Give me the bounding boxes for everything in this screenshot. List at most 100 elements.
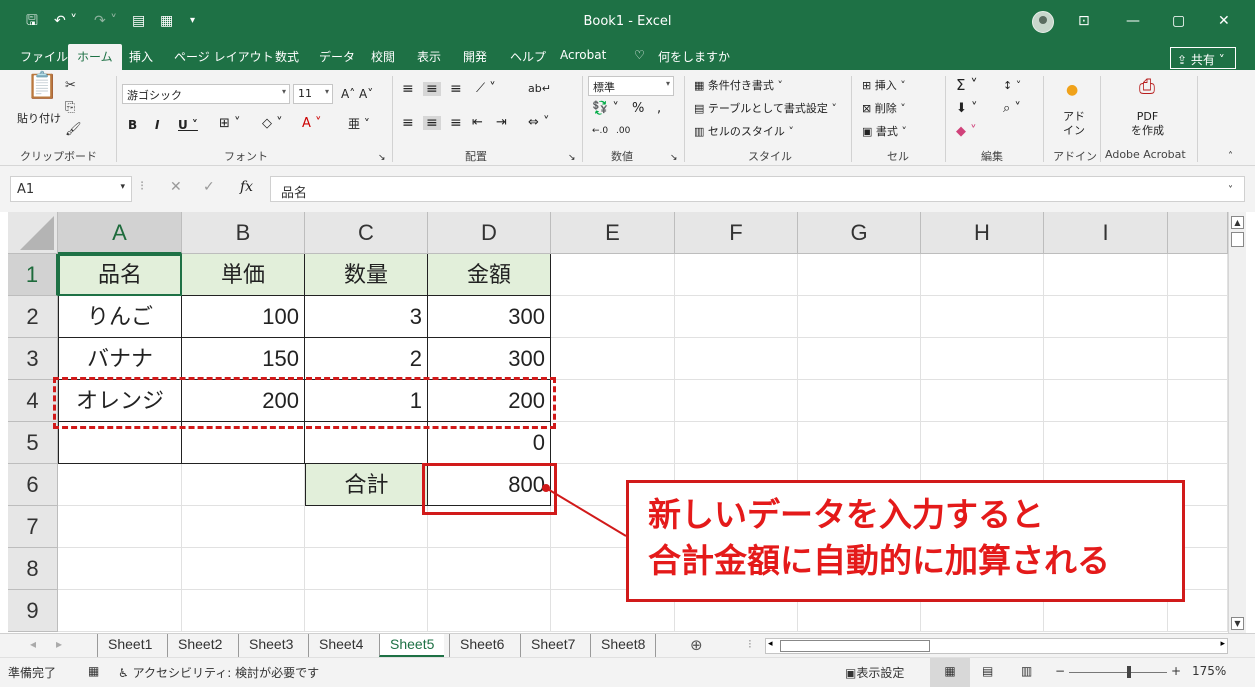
column-header-d[interactable]: D: [428, 212, 551, 254]
cell-b2[interactable]: 100: [182, 296, 305, 338]
cell-a3[interactable]: バナナ: [58, 338, 182, 380]
empty-cell[interactable]: [675, 380, 798, 422]
tab-review[interactable]: 校閲: [371, 48, 395, 65]
zoom-level[interactable]: 175%: [1192, 664, 1226, 678]
empty-cell[interactable]: [58, 506, 182, 548]
conditional-format-button[interactable]: ▦ 条件付き書式 ˅: [694, 79, 783, 93]
next-sheet-icon[interactable]: ▸: [56, 637, 62, 651]
align-left-icon[interactable]: ≡: [402, 116, 414, 130]
collapse-ribbon-icon[interactable]: ˄: [1228, 150, 1233, 164]
tab-view[interactable]: 表示: [417, 48, 441, 65]
pdf-icon[interactable]: ⎙: [1139, 76, 1155, 96]
sheet-tab-2[interactable]: Sheet2: [167, 634, 232, 657]
row-header-2[interactable]: 2: [8, 296, 58, 338]
empty-cell[interactable]: [675, 422, 798, 464]
format-painter-icon[interactable]: 🖌: [65, 122, 82, 138]
delete-cells-button[interactable]: ⊠ 削除 ˅: [862, 102, 906, 116]
align-middle-icon[interactable]: ≡: [423, 82, 441, 96]
close-button[interactable]: ✕: [1218, 11, 1230, 31]
column-header-j[interactable]: [1168, 212, 1228, 254]
normal-view-icon[interactable]: ▦: [930, 658, 970, 687]
phonetic-icon[interactable]: 亜 ˅: [348, 117, 370, 131]
empty-cell[interactable]: [921, 380, 1044, 422]
cut-icon[interactable]: ✂: [65, 78, 76, 94]
horizontal-scrollbar[interactable]: ◂ ▸: [765, 638, 1228, 654]
vertical-scrollbar[interactable]: ▲ ▼: [1228, 212, 1246, 633]
copy-icon[interactable]: ⎘: [65, 100, 75, 116]
cell-c3[interactable]: 2: [305, 338, 428, 380]
column-header-b[interactable]: B: [182, 212, 305, 254]
empty-cell[interactable]: [1168, 296, 1228, 338]
tab-acrobat[interactable]: Acrobat: [560, 48, 606, 62]
cell-d1[interactable]: 金額: [428, 254, 551, 296]
minimize-button[interactable]: —: [1126, 11, 1140, 31]
italic-icon[interactable]: I: [155, 118, 159, 132]
empty-cell[interactable]: [305, 506, 428, 548]
cell-b1[interactable]: 単価: [182, 254, 305, 296]
fill-color-icon[interactable]: ◇ ˅: [262, 117, 283, 131]
empty-cell[interactable]: [305, 590, 428, 632]
alignment-launcher-icon[interactable]: ↘: [568, 151, 576, 165]
column-header-c[interactable]: C: [305, 212, 428, 254]
empty-cell[interactable]: [182, 464, 305, 506]
empty-cell[interactable]: [675, 254, 798, 296]
cell-b3[interactable]: 150: [182, 338, 305, 380]
cancel-entry-icon[interactable]: ✕: [170, 180, 182, 194]
sheet-tab-8[interactable]: Sheet8: [590, 634, 657, 657]
empty-cell[interactable]: [428, 590, 551, 632]
tab-page-layout[interactable]: ページ レイアウト: [174, 48, 274, 65]
sheet-tab-4[interactable]: Sheet4: [308, 634, 373, 657]
cell-a2[interactable]: りんご: [58, 296, 182, 338]
font-launcher-icon[interactable]: ↘: [378, 151, 386, 165]
wrap-text-icon[interactable]: ab↵: [528, 82, 551, 96]
empty-cell[interactable]: [1044, 296, 1168, 338]
sheet-tab-1[interactable]: Sheet1: [97, 634, 162, 657]
align-top-icon[interactable]: ≡: [402, 82, 414, 96]
percent-style-icon[interactable]: %: [632, 102, 644, 116]
empty-cell[interactable]: [182, 590, 305, 632]
sheet-tab-5[interactable]: Sheet5: [379, 634, 445, 657]
column-header-i[interactable]: I: [1044, 212, 1168, 254]
empty-cell[interactable]: [182, 506, 305, 548]
empty-cell[interactable]: [551, 254, 675, 296]
orientation-icon[interactable]: ⟋ ˅: [476, 82, 496, 96]
clear-icon[interactable]: ◆ ˅: [956, 125, 977, 139]
empty-cell[interactable]: [1168, 422, 1228, 464]
empty-cell[interactable]: [305, 548, 428, 590]
empty-cell[interactable]: [798, 422, 921, 464]
empty-cell[interactable]: [1168, 380, 1228, 422]
tab-home[interactable]: ホーム: [68, 44, 122, 70]
number-launcher-icon[interactable]: ↘: [670, 151, 678, 165]
comma-style-icon[interactable]: ,: [657, 102, 661, 116]
empty-cell[interactable]: [798, 254, 921, 296]
display-settings[interactable]: ▣表示設定: [845, 664, 904, 681]
hscroll-thumb[interactable]: [780, 640, 930, 652]
format-as-table-button[interactable]: ▤ テーブルとして書式設定 ˅: [694, 102, 837, 116]
ribbon-display-icon[interactable]: ⊡: [1078, 11, 1090, 31]
empty-cell[interactable]: [1168, 254, 1228, 296]
sheet-tab-3[interactable]: Sheet3: [238, 634, 303, 657]
empty-cell[interactable]: [58, 590, 182, 632]
insert-function-icon[interactable]: fx: [240, 180, 253, 194]
empty-cell[interactable]: [921, 254, 1044, 296]
accounting-format-icon[interactable]: 💱 ˅: [592, 102, 619, 116]
row-header-8[interactable]: 8: [8, 548, 58, 590]
tab-file[interactable]: ファイル: [20, 48, 68, 65]
addins-icon[interactable]: ●: [1066, 82, 1078, 98]
decrease-decimal-icon[interactable]: .00: [616, 124, 630, 138]
row-header-6[interactable]: 6: [8, 464, 58, 506]
empty-cell[interactable]: [798, 296, 921, 338]
row-header-3[interactable]: 3: [8, 338, 58, 380]
cell-d2[interactable]: 300: [428, 296, 551, 338]
underline-icon[interactable]: U ˅: [178, 118, 198, 132]
tab-data[interactable]: データ: [319, 48, 355, 65]
add-sheet-icon[interactable]: ⊕: [690, 636, 703, 654]
empty-cell[interactable]: [1044, 254, 1168, 296]
increase-indent-icon[interactable]: ⇥: [496, 116, 507, 130]
zoom-in-icon[interactable]: +: [1171, 664, 1181, 678]
expand-formula-icon[interactable]: ˅: [1228, 184, 1233, 198]
zoom-slider[interactable]: [1069, 672, 1167, 673]
number-format-select[interactable]: 標準 ▾: [588, 76, 674, 96]
tab-insert[interactable]: 挿入: [129, 48, 153, 65]
font-grow-icon[interactable]: A˄ A˅: [341, 87, 373, 101]
